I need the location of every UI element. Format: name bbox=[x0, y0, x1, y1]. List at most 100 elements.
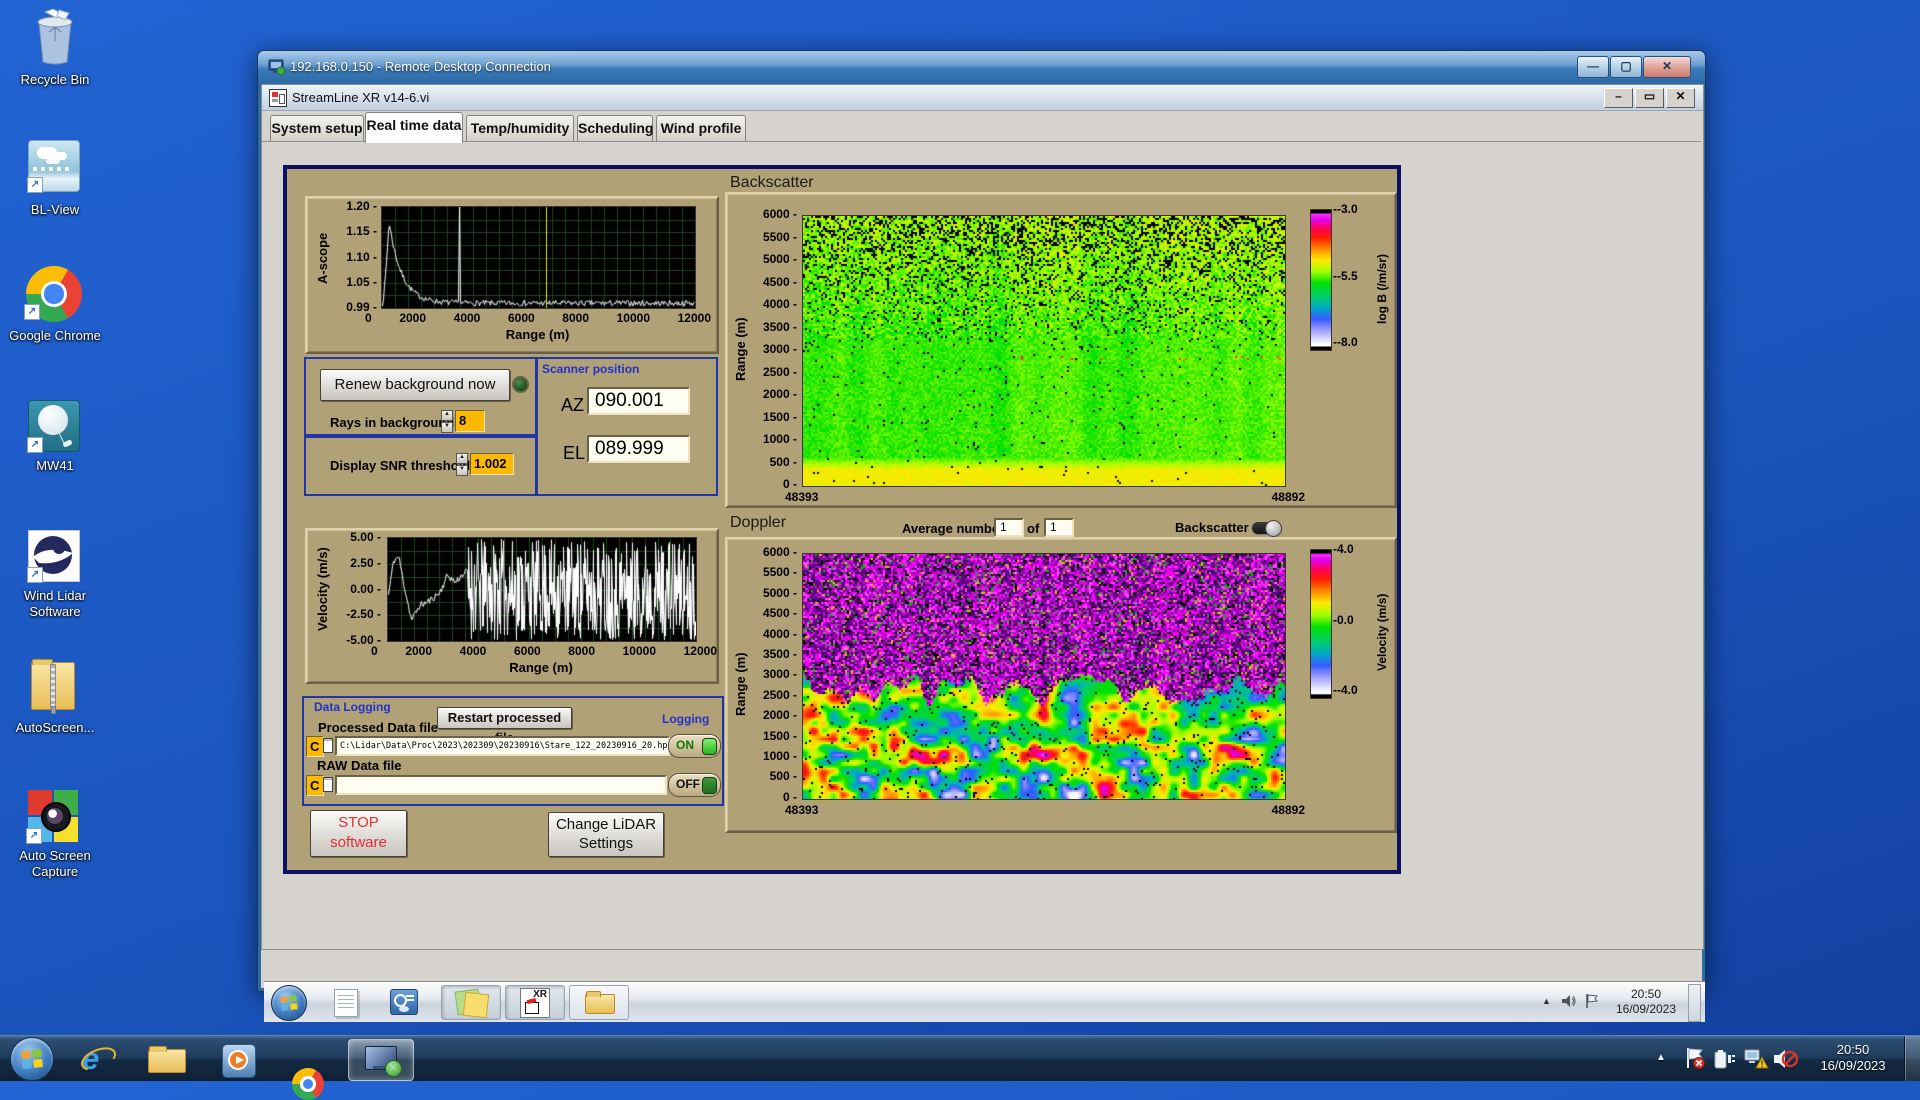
raw-drive-box[interactable]: C bbox=[306, 775, 324, 796]
average-number-value[interactable]: 1 bbox=[994, 518, 1024, 537]
desktop-icon-bl-view[interactable]: ↗ BL-View bbox=[0, 140, 110, 232]
restart-processed-file-button[interactable]: Restart processed file bbox=[437, 707, 572, 745]
x-right: 48892 bbox=[1271, 490, 1305, 504]
scanner-position-title: Scanner position bbox=[542, 362, 640, 376]
zip-folder-icon bbox=[31, 659, 75, 714]
processed-path-field[interactable]: C:\Lidar\Data\Proc\2023\202309\20230916\… bbox=[335, 736, 670, 756]
session-action-center-icon[interactable] bbox=[1584, 993, 1600, 1009]
rays-value[interactable]: 8 bbox=[455, 410, 485, 432]
remote-session: StreamLine XR v14-6.vi – ▭ ✕ System setu… bbox=[261, 84, 1705, 1022]
processed-browse-icon[interactable] bbox=[323, 738, 333, 753]
el-label: EL bbox=[563, 443, 586, 463]
backscatter-toggle[interactable] bbox=[1252, 520, 1282, 537]
doppler-title: Doppler bbox=[730, 514, 787, 531]
explorer-folder-icon[interactable] bbox=[148, 1046, 186, 1073]
streamline-xr-taskbar-button[interactable]: XR bbox=[505, 985, 565, 1020]
desktop-icon-google-chrome[interactable]: ↗ Google Chrome bbox=[0, 266, 110, 376]
ascope-ylabel: A-scope bbox=[315, 232, 330, 284]
internet-explorer-icon[interactable]: e bbox=[77, 1042, 120, 1076]
snr-label: Display SNR threshold bbox=[330, 458, 471, 473]
backscatter-colorbar bbox=[1310, 209, 1332, 351]
backscatter-title: Backscatter bbox=[730, 174, 814, 191]
maximize-button[interactable]: ▢ bbox=[1610, 56, 1642, 78]
explorer-taskbar-button[interactable] bbox=[569, 985, 629, 1020]
session-volume-icon[interactable] bbox=[1561, 993, 1577, 1009]
close-button[interactable]: ✕ bbox=[1666, 88, 1695, 108]
stop-software-button[interactable]: STOP software bbox=[310, 810, 407, 857]
notepad-icon[interactable] bbox=[334, 989, 358, 1017]
vi-app-icon bbox=[269, 89, 287, 107]
rays-spinner[interactable]: ▲ ▼ bbox=[441, 410, 453, 433]
background-controls: Renew background now Rays in background … bbox=[304, 357, 538, 438]
doppler-colorbar bbox=[1310, 549, 1332, 699]
recycle-bin-icon bbox=[37, 8, 73, 65]
session-tray-expand-icon[interactable]: ▲ bbox=[1542, 996, 1551, 1006]
desktop-icon-recycle-bin[interactable]: Recycle Bin bbox=[0, 8, 110, 100]
close-button[interactable]: ✕ bbox=[1643, 56, 1691, 78]
scanner-position-box: Scanner position AZ 090.001 EL 089.999 bbox=[535, 357, 718, 496]
backscatter-colorbar-label: log B (/m/sr) bbox=[1375, 254, 1389, 325]
power-battery-icon[interactable] bbox=[1713, 1047, 1737, 1071]
chrome-taskbar-icon[interactable] bbox=[292, 1068, 324, 1100]
processed-drive-box[interactable]: C bbox=[306, 736, 324, 757]
desktop-icon-wind-lidar[interactable]: ↗ Wind Lidar Software bbox=[0, 530, 110, 640]
sticky-notes-taskbar-button[interactable] bbox=[441, 985, 501, 1020]
tab-system-setup[interactable]: System setup bbox=[270, 115, 364, 141]
raw-path-field[interactable] bbox=[335, 775, 667, 795]
doppler-heatmap bbox=[802, 553, 1286, 800]
tab-wind-profile[interactable]: Wind profile bbox=[656, 115, 746, 141]
average-number-label: Average number bbox=[902, 521, 1005, 536]
backscatter-xtick-labels: 48393 48892 bbox=[785, 490, 1305, 504]
desktop-icon-auto-screen-capture[interactable]: ↗ Auto Screen Capture bbox=[0, 790, 110, 900]
backscatter-ytick-labels: 6000550050004500400035003000250020001500… bbox=[751, 208, 797, 491]
network-warning-icon[interactable]: ! bbox=[1743, 1047, 1769, 1071]
shortcut-arrow-icon: ↗ bbox=[26, 828, 42, 844]
tab-temp-humidity[interactable]: Temp/humidity bbox=[466, 115, 574, 141]
vi-titlebar[interactable]: StreamLine XR v14-6.vi – ▭ ✕ bbox=[262, 85, 1703, 111]
velocity-ylabel: Velocity (m/s) bbox=[315, 547, 330, 631]
volume-muted-icon[interactable] bbox=[1772, 1046, 1798, 1072]
minimize-button[interactable]: — bbox=[1577, 56, 1609, 78]
host-clock[interactable]: 20:50 16/09/2023 bbox=[1808, 1042, 1898, 1074]
tab-real-time-data[interactable]: Real time data bbox=[365, 112, 463, 143]
host-taskbar: e ⤫ ▲ ! 20:50 16/09/2023 bbox=[0, 1035, 1920, 1100]
tab-scheduling[interactable]: Scheduling bbox=[577, 115, 653, 141]
rdp-taskbar-button[interactable]: ⤫ bbox=[348, 1039, 414, 1081]
tray-expand-icon[interactable]: ▲ bbox=[1656, 1052, 1666, 1063]
bl-view-icon: ↗ bbox=[27, 140, 80, 193]
snr-spinner[interactable]: ▲ ▼ bbox=[456, 453, 468, 476]
desktop-icon-label: Wind Lidar Software bbox=[23, 588, 87, 619]
auto-screen-capture-icon: ↗ bbox=[26, 790, 78, 844]
desktop-icon-autoscreen-zip[interactable]: AutoScreen... bbox=[0, 658, 110, 750]
processed-logging-switch[interactable]: ON bbox=[668, 734, 721, 758]
session-start-button[interactable] bbox=[271, 985, 307, 1021]
wind-lidar-icon: ↗ bbox=[27, 530, 80, 583]
renew-background-button[interactable]: Renew background now bbox=[320, 369, 510, 401]
rdp-titlebar[interactable]: 192.168.0.150 - Remote Desktop Connectio… bbox=[258, 51, 1705, 84]
snr-value[interactable]: 1.002 bbox=[470, 453, 514, 475]
data-logging-box: Data Logging Processed Data file Restart… bbox=[302, 696, 724, 806]
rdp-app-icon bbox=[268, 59, 286, 76]
rdp-window-controls: — ▢ ✕ bbox=[1577, 56, 1691, 78]
system-monitor-icon[interactable] bbox=[390, 989, 418, 1015]
host-time: 20:50 bbox=[1836, 1042, 1870, 1057]
desktop-icon-mw41[interactable]: ↗ MW41 bbox=[0, 400, 110, 492]
doppler-graph: 6000550050004500400035003000250020001500… bbox=[725, 537, 1397, 833]
minimize-button[interactable]: – bbox=[1604, 88, 1633, 108]
el-value: 089.999 bbox=[587, 435, 690, 463]
shortcut-arrow-icon: ↗ bbox=[27, 177, 43, 193]
doppler-colorbar-label: Velocity (m/s) bbox=[1375, 593, 1389, 671]
session-show-desktop-button[interactable] bbox=[1688, 984, 1701, 1022]
raw-logging-switch[interactable]: OFF bbox=[668, 773, 721, 797]
session-clock[interactable]: 20:50 16/09/2023 bbox=[1610, 987, 1682, 1017]
maximize-button[interactable]: ▭ bbox=[1635, 88, 1664, 108]
session-taskbar: XR ▲ 20:50 16/09/2023 bbox=[264, 981, 1705, 1022]
change-lidar-settings-button[interactable]: Change LiDAR Settings bbox=[548, 812, 664, 857]
media-player-icon[interactable] bbox=[222, 1044, 256, 1078]
raw-browse-icon[interactable] bbox=[323, 777, 333, 792]
show-desktop-button[interactable] bbox=[1904, 1036, 1920, 1081]
renew-led-indicator bbox=[512, 376, 529, 393]
average-total-value[interactable]: 1 bbox=[1044, 518, 1074, 537]
action-center-flag-icon[interactable] bbox=[1684, 1046, 1706, 1070]
start-button[interactable] bbox=[10, 1037, 54, 1081]
